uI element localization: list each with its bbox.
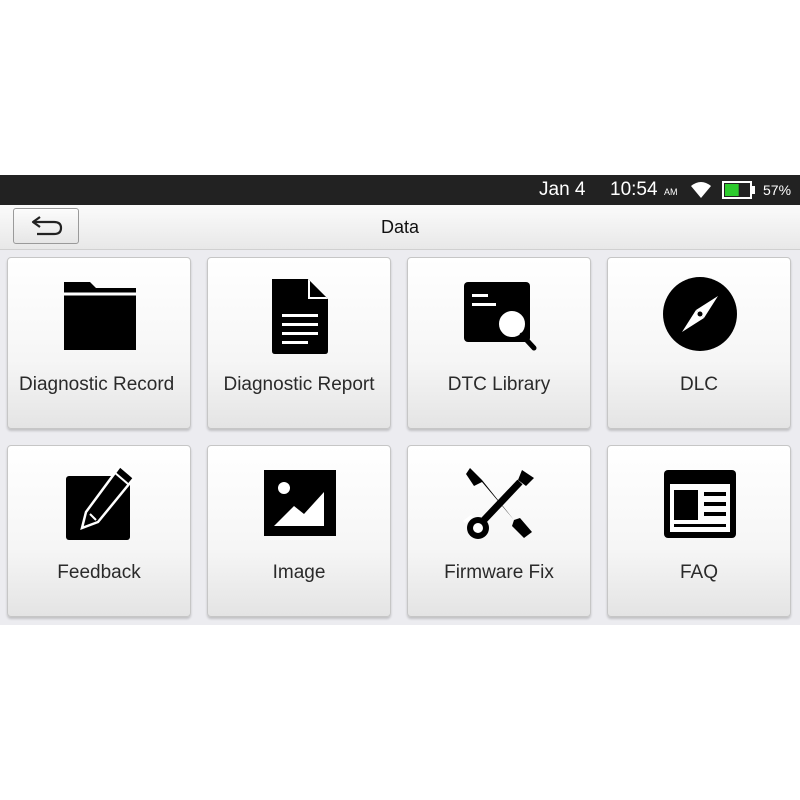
- title-bar: Data: [0, 205, 800, 250]
- tile-dlc[interactable]: DLC: [607, 257, 791, 429]
- tile-diagnostic-record[interactable]: Diagnostic Record: [7, 257, 191, 429]
- status-bar: Jan 4 10:54 AM 57%: [0, 175, 800, 205]
- folder-icon: [64, 282, 136, 350]
- tile-diagnostic-report[interactable]: Diagnostic Report: [207, 257, 391, 429]
- tile-feedback[interactable]: Feedback: [7, 445, 191, 617]
- tile-label: Image: [272, 562, 326, 583]
- tile-image[interactable]: Image: [207, 445, 391, 617]
- tile-label: Diagnostic Record: [19, 374, 175, 395]
- device-screen: Jan 4 10:54 AM 57% Data Diagnostic Recor…: [0, 175, 800, 625]
- pencil-icon: [66, 464, 136, 540]
- tools-icon: [463, 468, 534, 539]
- tile-label: Diagnostic Report: [223, 374, 375, 395]
- tile-label: Firmware Fix: [444, 562, 554, 583]
- tile-label: DLC: [679, 374, 718, 395]
- status-date: Jan 4: [539, 179, 586, 200]
- battery-percent: 57%: [763, 182, 792, 198]
- compass-icon: [663, 277, 737, 351]
- tile-dtc-library[interactable]: DTC Library: [407, 257, 591, 429]
- status-time: 10:54: [610, 179, 658, 200]
- wifi-icon: [690, 181, 712, 199]
- battery-icon: [722, 181, 756, 199]
- page-title: Data: [380, 217, 420, 237]
- tile-label: FAQ: [679, 562, 718, 583]
- tile-label: Feedback: [57, 562, 141, 583]
- image-icon: [264, 470, 336, 536]
- magnifier-document-icon: [464, 282, 537, 351]
- tile-firmware-fix[interactable]: Firmware Fix: [407, 445, 591, 617]
- tile-label: DTC Library: [447, 374, 551, 395]
- status-ampm: AM: [664, 187, 678, 197]
- newspaper-icon: [664, 470, 736, 538]
- document-icon: [272, 279, 328, 354]
- tile-faq[interactable]: FAQ: [607, 445, 791, 617]
